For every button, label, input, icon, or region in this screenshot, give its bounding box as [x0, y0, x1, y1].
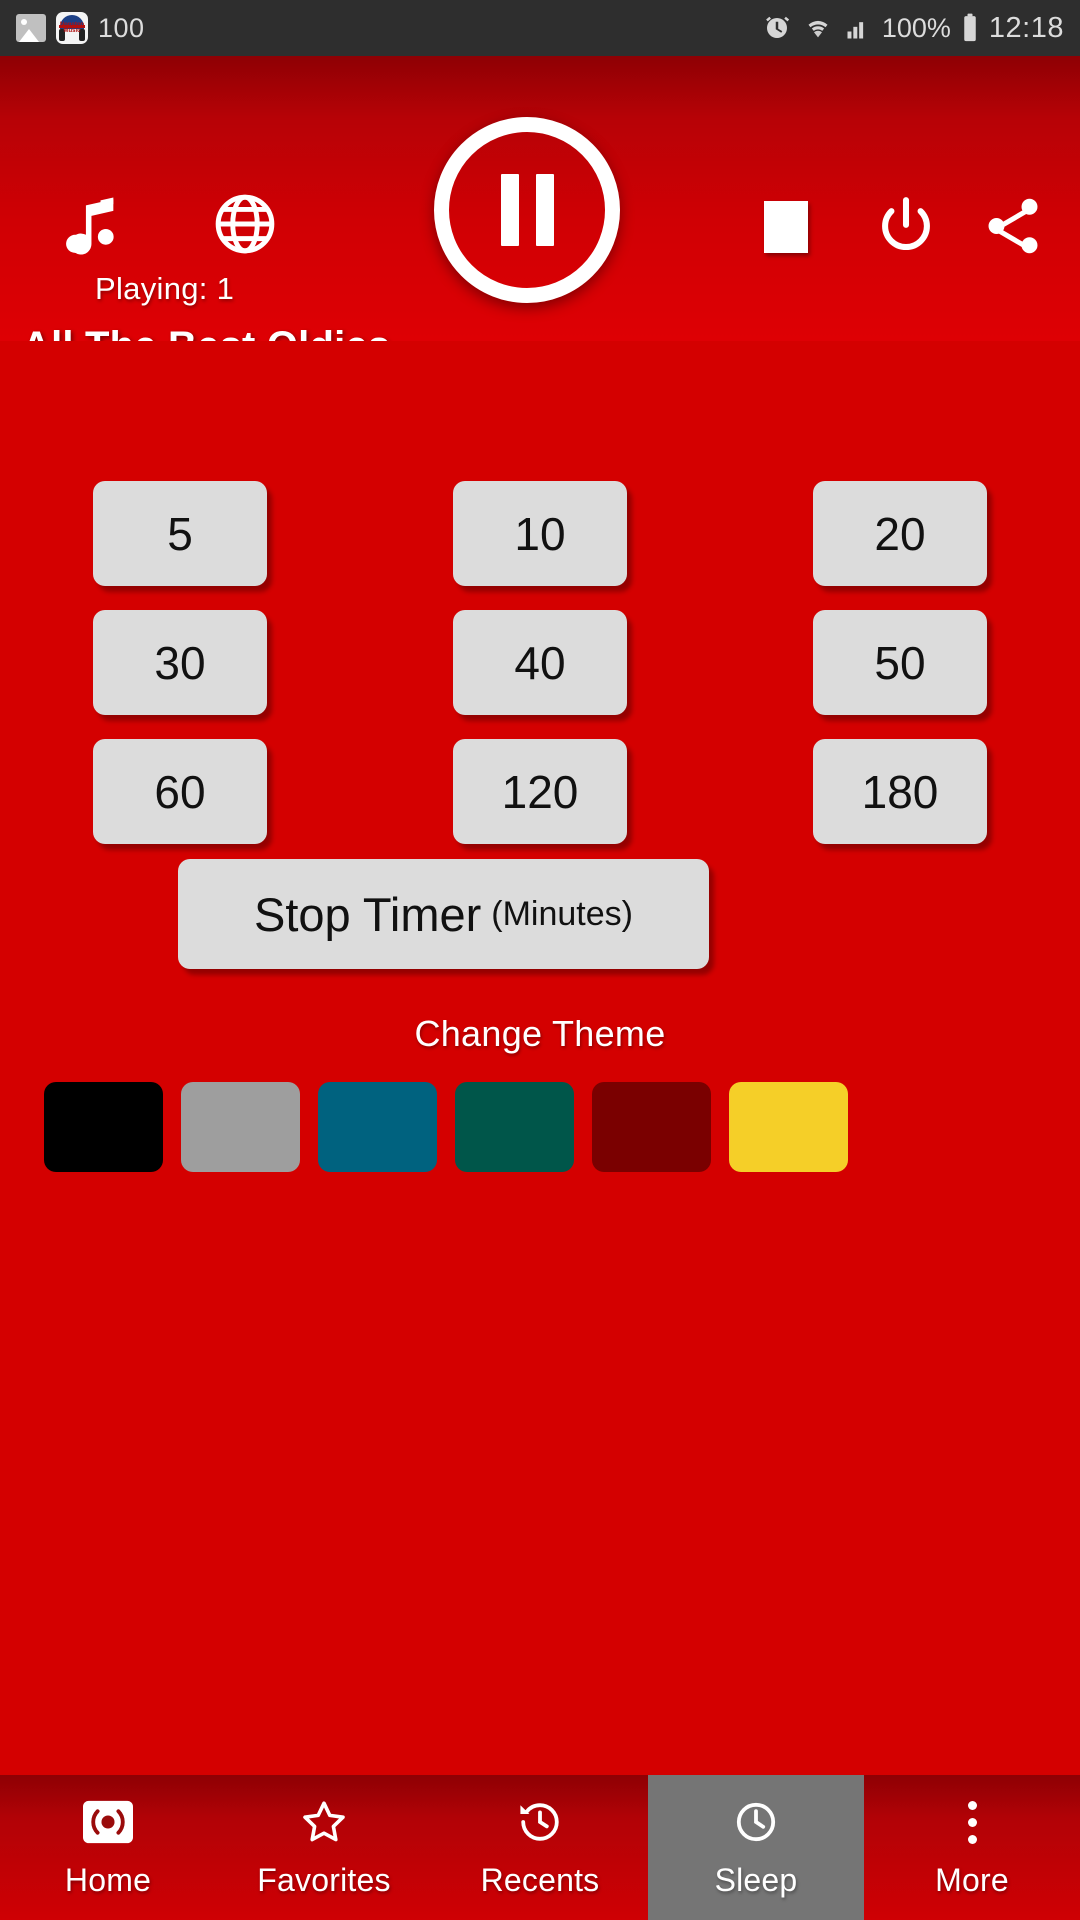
nav-label-sleep: Sleep: [714, 1862, 798, 1898]
signal-icon: [844, 14, 872, 42]
nav-item-home[interactable]: Home: [0, 1775, 216, 1920]
nav-item-favorites[interactable]: Favorites: [216, 1775, 432, 1920]
timer-option-button[interactable]: 20: [813, 481, 987, 586]
change-theme-title: Change Theme: [414, 1013, 666, 1054]
battery-percent: 100%: [881, 12, 951, 43]
nav-label-more: More: [935, 1862, 1009, 1898]
playing-label: Playing: 1: [95, 271, 235, 306]
battery-full-icon: [961, 13, 979, 43]
globe-icon[interactable]: [205, 184, 285, 264]
player-header: Playing: 1 All The Best Oldies: [0, 56, 1080, 368]
timer-option-button[interactable]: 10: [453, 481, 627, 586]
stop-timer-label: Stop Timer: [254, 887, 482, 941]
timer-option-button[interactable]: 120: [453, 739, 627, 844]
theme-swatch-black[interactable]: [44, 1082, 163, 1172]
stop-timer-button[interactable]: Stop Timer (Minutes): [178, 859, 709, 969]
history-icon: [515, 1796, 565, 1848]
app-screen: Nonstop Music 100 100% 12:18 Playing: 1 …: [0, 0, 1080, 1920]
nav-item-more[interactable]: More: [864, 1775, 1080, 1920]
timer-option-button[interactable]: 50: [813, 610, 987, 715]
gallery-icon: [16, 14, 46, 42]
power-button[interactable]: [868, 188, 944, 264]
pause-button[interactable]: [434, 117, 620, 303]
timer-options-grid: 5 10 20 30 40 50 60 120 180: [0, 481, 1080, 844]
timer-option-button[interactable]: 30: [93, 610, 267, 715]
timer-option-button[interactable]: 60: [93, 739, 267, 844]
stop-icon: [764, 201, 808, 253]
clock-time: 12:18: [988, 11, 1064, 44]
nav-label-recents: Recents: [480, 1862, 600, 1898]
radio-icon: [83, 1796, 133, 1848]
nav-label-home: Home: [64, 1862, 152, 1898]
status-bar-left: Nonstop Music 100: [16, 12, 145, 44]
alarm-icon: [762, 13, 792, 43]
bottom-navigation: Home Favorites Recents Sleep More: [0, 1775, 1080, 1920]
notification-count: 100: [98, 12, 145, 43]
sleep-timer-page: 5 10 20 30 40 50 60 120 180 Stop Timer (…: [0, 341, 1080, 1775]
status-bar-right: 100% 12:18: [762, 12, 1064, 45]
nav-item-sleep[interactable]: Sleep: [648, 1775, 864, 1920]
timer-option-button[interactable]: 40: [453, 610, 627, 715]
timer-option-button[interactable]: 180: [813, 739, 987, 844]
timer-option-button[interactable]: 5: [93, 481, 267, 586]
theme-swatch-yellow[interactable]: [729, 1082, 848, 1172]
theme-swatch-dark-red[interactable]: [592, 1082, 711, 1172]
theme-swatch-gray[interactable]: [181, 1082, 300, 1172]
star-icon: [299, 1796, 349, 1848]
stop-button[interactable]: [755, 196, 817, 258]
nav-item-recents[interactable]: Recents: [432, 1775, 648, 1920]
clock-icon: [731, 1796, 781, 1848]
share-button[interactable]: [975, 188, 1051, 264]
theme-swatch-teal-blue[interactable]: [318, 1082, 437, 1172]
app-icon-label: Nonstop Music: [59, 22, 85, 34]
theme-swatch-dark-green[interactable]: [455, 1082, 574, 1172]
nonstop-music-app-icon: Nonstop Music: [56, 12, 88, 44]
status-bar: Nonstop Music 100 100% 12:18: [0, 0, 1080, 56]
wifi-icon: [802, 13, 834, 43]
nav-label-favorites: Favorites: [257, 1862, 391, 1898]
music-note-icon[interactable]: [50, 184, 130, 264]
theme-swatch-row: [44, 1082, 1039, 1172]
pause-icon: [434, 117, 620, 303]
overflow-menu-icon: [967, 1796, 977, 1848]
stop-timer-sublabel: (Minutes): [491, 894, 633, 933]
